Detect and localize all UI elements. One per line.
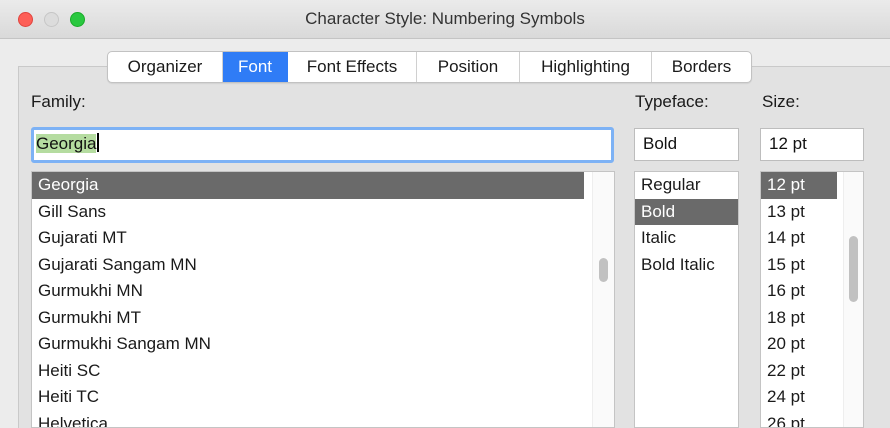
title-bar[interactable]: Character Style: Numbering Symbols [0,0,890,39]
family-list-scrollbar[interactable] [592,172,614,427]
family-list-item[interactable]: Heiti SC [32,358,614,385]
tab-highlighting[interactable]: Highlighting [520,52,652,82]
typeface-list-item[interactable]: Bold Italic [635,252,738,279]
tab-borders[interactable]: Borders [652,52,751,82]
family-list-item[interactable]: Gujarati Sangam MN [32,252,614,279]
size-scroll-thumb[interactable] [849,236,858,302]
dialog-window: Character Style: Numbering Symbols Organ… [0,0,890,428]
family-list-item[interactable]: Heiti TC [32,384,614,411]
typeface-label: Typeface: [635,92,709,111]
family-list-item[interactable]: Gill Sans [32,199,614,226]
family-list-item[interactable]: Gurmukhi Sangam MN [32,331,614,358]
family-list[interactable]: Georgia Gill Sans Gujarati MT Gujarati S… [31,171,615,428]
tab-organizer[interactable]: Organizer [108,52,223,82]
text-caret [97,133,100,152]
family-list-item[interactable]: Gurmukhi MN [32,278,614,305]
typeface-list[interactable]: Regular Bold Italic Bold Italic [634,171,739,428]
family-scroll-thumb[interactable] [599,258,608,282]
typeface-list-item-bold[interactable]: Bold [635,198,738,225]
family-label: Family: [31,92,86,111]
size-list-item-12pt[interactable]: 12 pt [761,172,837,199]
family-list-item[interactable]: Helvetica [32,411,614,428]
typeface-input[interactable]: Bold [634,128,739,161]
size-list[interactable]: 12 pt 13 pt 14 pt 15 pt 16 pt 18 pt 20 p… [760,171,864,428]
family-list-item[interactable]: Gujarati MT [32,225,614,252]
typeface-list-item[interactable]: Regular [635,172,738,199]
tab-font[interactable]: Font [223,52,288,82]
window-title: Character Style: Numbering Symbols [305,9,585,28]
tab-position[interactable]: Position [417,52,520,82]
tab-bar: Organizer Font Font Effects Position Hig… [107,51,752,83]
typeface-list-item[interactable]: Italic [635,225,738,252]
size-label: Size: [762,92,800,111]
tab-font-effects[interactable]: Font Effects [288,52,417,82]
family-input-text: Georgia [36,134,97,153]
family-list-item-georgia[interactable]: Georgia [32,172,584,199]
family-input[interactable]: Georgia [31,127,614,163]
size-input[interactable]: 12 pt [760,128,864,161]
size-list-scrollbar[interactable] [843,172,863,427]
family-list-item[interactable]: Gurmukhi MT [32,305,614,332]
